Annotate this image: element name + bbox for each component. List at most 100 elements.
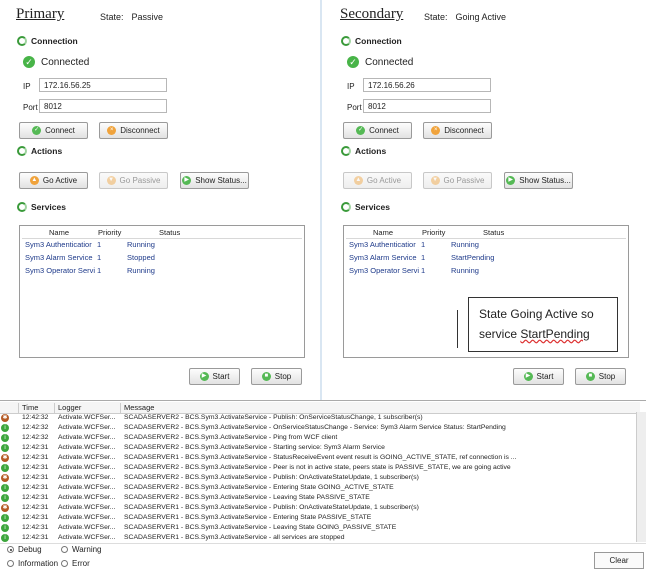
column-header-status[interactable]: Status xyxy=(159,228,180,237)
log-row[interactable]: ✱ 12:42:31 Activate.WCFSer... SCADASERVER2 … xyxy=(0,474,636,484)
log-logger: Activate.WCFSer... xyxy=(58,484,116,491)
log-row[interactable]: i 12:42:32 Activate.WCFSer... SCADASERVER2 … xyxy=(0,434,636,444)
secondary-connect-button[interactable]: ✓ Connect xyxy=(343,122,412,139)
log-time: 12:42:31 xyxy=(22,464,49,471)
log-row[interactable]: i 12:42:31 Activate.WCFSer... SCADASERVER2 … xyxy=(0,444,636,454)
log-logger: Activate.WCFSer... xyxy=(58,444,116,451)
column-header-status[interactable]: Status xyxy=(483,228,504,237)
button-label: Show Status... xyxy=(519,176,571,185)
secondary-title: Secondary xyxy=(340,6,404,22)
log-time: 12:42:31 xyxy=(22,474,49,481)
secondary-connected-text: Connected xyxy=(365,56,414,68)
section-ring-icon xyxy=(17,146,27,156)
service-row[interactable]: Sym3 Operator Servi 1 Running xyxy=(349,266,626,277)
column-header-name[interactable]: Name xyxy=(49,228,69,237)
section-ring-icon xyxy=(17,202,27,212)
panel-divider xyxy=(320,0,322,400)
callout-line-2: service StartPending xyxy=(479,324,607,344)
primary-title: Primary xyxy=(16,6,65,22)
secondary-ip-field[interactable]: 172.16.56.26 xyxy=(363,78,491,92)
column-header-name[interactable]: Name xyxy=(373,228,393,237)
secondary-ip-label: IP xyxy=(347,82,355,91)
log-row[interactable]: i 12:42:32 Activate.WCFSer... SCADASERVER2 … xyxy=(0,424,636,434)
button-label: Show Status... xyxy=(195,176,247,185)
arrow-up-icon: ▲ xyxy=(353,176,363,185)
primary-connect-button[interactable]: ✓ Connect xyxy=(19,122,88,139)
radio-label: Error xyxy=(72,559,90,568)
primary-panel: Primary State: Passive Connection ✓ Connec… xyxy=(0,0,320,397)
warning-radio[interactable]: Warning xyxy=(61,545,102,554)
annotation-callout: State Going Active so service StartPendi… xyxy=(468,297,618,352)
log-row[interactable]: ✱ 12:42:31 Activate.WCFSer... SCADASERVER1 … xyxy=(0,454,636,464)
log-logger: Activate.WCFSer... xyxy=(58,434,116,441)
service-name: Sym3 Authenticatior xyxy=(349,240,416,249)
log-logger: Activate.WCFSer... xyxy=(58,464,116,471)
column-header-time[interactable]: Time xyxy=(18,403,54,413)
error-radio[interactable]: Error xyxy=(61,559,90,568)
log-row[interactable]: i 12:42:31 Activate.WCFSer... SCADASERVER1 … xyxy=(0,514,636,524)
log-message: SCADASERVER2 - BCS.Sym3.ActivateService … xyxy=(124,424,506,431)
service-row[interactable]: Sym3 Operator Servi 1 Running xyxy=(25,266,302,277)
secondary-disconnect-button[interactable]: × Disconnect xyxy=(423,122,492,139)
secondary-go-active-button[interactable]: ▲ Go Active xyxy=(343,172,412,189)
secondary-start-button[interactable]: ▶ Start xyxy=(513,368,564,385)
service-row[interactable]: Sym3 Alarm Service 1 StartPending xyxy=(349,253,626,264)
log-row[interactable]: i 12:42:31 Activate.WCFSer... SCADASERVER1 … xyxy=(0,524,636,534)
log-row[interactable]: i 12:42:31 Activate.WCFSer... SCADASERVER2 … xyxy=(0,494,636,504)
information-radio[interactable]: Information xyxy=(7,559,58,568)
service-row[interactable]: Sym3 Authenticatior 1 Running xyxy=(349,240,626,251)
radio-icon xyxy=(7,560,14,567)
primary-stop-button[interactable]: ■ Stop xyxy=(251,368,302,385)
secondary-port-field[interactable]: 8012 xyxy=(363,99,491,113)
log-scrollbar[interactable] xyxy=(636,412,646,542)
annotation-line xyxy=(457,310,458,348)
service-name: Sym3 Authenticatior xyxy=(25,240,92,249)
log-row[interactable]: ✱ 12:42:32 Activate.WCFSer... SCADASERVER2 … xyxy=(0,414,636,424)
service-status: Running xyxy=(451,240,479,249)
info-icon: i xyxy=(1,424,9,432)
secondary-stop-button[interactable]: ■ Stop xyxy=(575,368,626,385)
primary-services-table[interactable]: Name Priority Status Sym3 Authenticatior… xyxy=(19,225,305,358)
clear-button[interactable]: Clear xyxy=(594,552,644,569)
log-time: 12:42:31 xyxy=(22,504,49,511)
primary-port-field[interactable]: 8012 xyxy=(39,99,167,113)
log-message: SCADASERVER2 - BCS.Sym3.ActivateService … xyxy=(124,414,423,421)
log-row[interactable]: i 12:42:31 Activate.WCFSer... SCADASERVER2 … xyxy=(0,464,636,474)
column-header-logger[interactable]: Logger xyxy=(54,403,122,413)
primary-start-button[interactable]: ▶ Start xyxy=(189,368,240,385)
info-icon: i xyxy=(1,484,9,492)
primary-go-passive-button[interactable]: ▼ Go Passive xyxy=(99,172,168,189)
service-status: StartPending xyxy=(451,253,495,262)
button-label: Stop xyxy=(598,372,616,381)
log-message: SCADASERVER2 - BCS.Sym3.ActivateService … xyxy=(124,494,370,501)
log-time: 12:42:31 xyxy=(22,494,49,501)
service-row[interactable]: Sym3 Authenticatior 1 Running xyxy=(25,240,302,251)
radio-selected-icon xyxy=(7,546,14,553)
secondary-show-status-button[interactable]: ▶ Show Status... xyxy=(504,172,573,189)
column-header-priority[interactable]: Priority xyxy=(422,228,445,237)
service-name: Sym3 Alarm Service xyxy=(349,253,417,262)
secondary-actions-title: Actions xyxy=(355,146,387,156)
primary-disconnect-button[interactable]: × Disconnect xyxy=(99,122,168,139)
button-label: Go Active xyxy=(366,176,402,185)
service-name: Sym3 Operator Servi xyxy=(349,266,419,275)
log-row[interactable]: i 12:42:31 Activate.WCFSer... SCADASERVER2 … xyxy=(0,484,636,494)
log-row[interactable]: ✱ 12:42:31 Activate.WCFSer... SCADASERVER1 … xyxy=(0,504,636,514)
secondary-go-passive-button[interactable]: ▼ Go Passive xyxy=(423,172,492,189)
primary-ip-field[interactable]: 172.16.56.25 xyxy=(39,78,167,92)
service-status: Running xyxy=(127,266,155,275)
service-name: Sym3 Operator Servi xyxy=(25,266,95,275)
debug-radio[interactable]: Debug xyxy=(7,545,42,554)
service-row[interactable]: Sym3 Alarm Service 1 Stopped xyxy=(25,253,302,264)
secondary-state-label: State: xyxy=(424,12,448,22)
column-header-priority[interactable]: Priority xyxy=(98,228,121,237)
primary-show-status-button[interactable]: ▶ Show Status... xyxy=(180,172,249,189)
column-header-message[interactable]: Message xyxy=(120,403,519,413)
primary-go-active-button[interactable]: ▲ Go Active xyxy=(19,172,88,189)
button-label: Start xyxy=(212,372,230,381)
stop-icon: ■ xyxy=(261,372,271,381)
log-message: SCADASERVER1 - BCS.Sym3.ActivateService … xyxy=(124,534,345,541)
log-grid[interactable]: Time Logger Message ✱ 12:42:32 Activate.WC… xyxy=(0,400,646,544)
info-icon: i xyxy=(1,444,9,452)
play-icon: ▶ xyxy=(199,372,209,381)
